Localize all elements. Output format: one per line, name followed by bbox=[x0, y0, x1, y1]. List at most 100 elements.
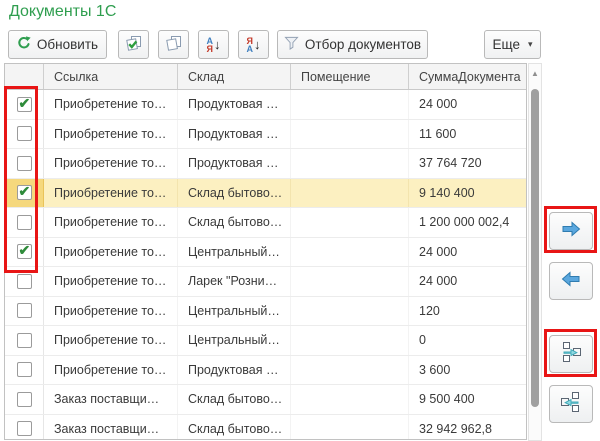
row-checkbox[interactable] bbox=[16, 362, 32, 378]
row-checkbox[interactable] bbox=[16, 273, 32, 289]
cell-amount[interactable]: 24 000 bbox=[409, 90, 526, 119]
row-checkbox[interactable] bbox=[16, 242, 32, 260]
check-all-button[interactable] bbox=[118, 30, 149, 59]
header-room[interactable]: Помещение bbox=[291, 64, 409, 89]
row-checkbox[interactable] bbox=[16, 214, 32, 230]
row-checkbox[interactable] bbox=[16, 155, 32, 171]
table-scrollbar[interactable]: ▲ bbox=[528, 63, 542, 441]
table-row[interactable]: Приобретение то… Продуктовая … 24 000 bbox=[5, 90, 526, 120]
more-button[interactable]: Еще ▾ bbox=[484, 30, 541, 59]
cell-warehouse[interactable]: Склад бытово… bbox=[178, 208, 291, 237]
cell-room[interactable] bbox=[291, 119, 409, 148]
move-all-left-button[interactable] bbox=[549, 385, 593, 423]
cell-amount[interactable]: 11 600 bbox=[409, 120, 526, 149]
header-checkbox-column[interactable] bbox=[5, 64, 44, 89]
cell-amount[interactable]: 37 764 720 bbox=[409, 149, 526, 178]
cell-link[interactable]: Приобретение то… bbox=[44, 208, 178, 237]
cell-room[interactable] bbox=[291, 90, 409, 119]
cell-link[interactable]: Приобретение то… bbox=[44, 326, 178, 355]
checkbox-cell[interactable] bbox=[5, 119, 44, 148]
cell-amount[interactable]: 9 500 400 bbox=[409, 385, 526, 414]
table-row[interactable]: Заказ поставщи… Склад бытово… 9 500 400 bbox=[5, 385, 526, 415]
cell-link[interactable]: Приобретение то… bbox=[44, 237, 178, 266]
cell-room[interactable] bbox=[291, 237, 409, 266]
table-row[interactable]: Приобретение то… Ларек "Розни… 24 000 bbox=[5, 267, 526, 297]
uncheck-all-button[interactable] bbox=[158, 30, 189, 59]
cell-room[interactable] bbox=[291, 414, 409, 439]
table-row[interactable]: Приобретение то… Центральный… 120 bbox=[5, 296, 526, 326]
checkbox-cell[interactable] bbox=[5, 178, 44, 207]
table-row[interactable]: Приобретение то… Склад бытово… 9 140 400 bbox=[5, 178, 526, 208]
cell-warehouse[interactable]: Продуктовая … bbox=[178, 119, 291, 148]
cell-amount[interactable]: 0 bbox=[409, 326, 526, 355]
sort-ascending-button[interactable]: А Я ↓ bbox=[198, 30, 229, 59]
table-row[interactable]: Приобретение то… Продуктовая … 11 600 bbox=[5, 119, 526, 149]
cell-room[interactable] bbox=[291, 149, 409, 178]
cell-warehouse[interactable]: Центральный… bbox=[178, 237, 291, 266]
refresh-button[interactable]: Обновить bbox=[8, 30, 107, 59]
cell-warehouse[interactable]: Центральный… bbox=[178, 296, 291, 325]
header-link[interactable]: Ссылка bbox=[44, 64, 178, 89]
checkbox-cell[interactable] bbox=[5, 149, 44, 178]
checkbox-cell[interactable] bbox=[5, 296, 44, 325]
table-row[interactable]: Приобретение то… Продуктовая … 37 764 72… bbox=[5, 149, 526, 179]
row-checkbox[interactable] bbox=[16, 391, 32, 407]
cell-room[interactable] bbox=[291, 385, 409, 414]
cell-link[interactable]: Приобретение то… bbox=[44, 296, 178, 325]
cell-room[interactable] bbox=[291, 355, 409, 384]
table-row[interactable]: Приобретение то… Склад бытово… 1 200 000… bbox=[5, 208, 526, 238]
cell-warehouse[interactable]: Ларек "Розни… bbox=[178, 267, 291, 296]
table-row[interactable]: Заказ поставщи… Склад бытово… 32 942 962… bbox=[5, 414, 526, 440]
move-all-right-button[interactable] bbox=[549, 335, 593, 373]
row-checkbox[interactable] bbox=[16, 303, 32, 319]
checkbox-cell[interactable] bbox=[5, 414, 44, 439]
checkbox-cell[interactable] bbox=[5, 267, 44, 296]
cell-room[interactable] bbox=[291, 178, 409, 207]
checkbox-cell[interactable] bbox=[5, 326, 44, 355]
checkbox-cell[interactable] bbox=[5, 355, 44, 384]
header-amount[interactable]: СуммаДокумента bbox=[409, 64, 526, 89]
table-row[interactable]: Приобретение то… Продуктовая … 3 600 bbox=[5, 355, 526, 385]
sort-descending-button[interactable]: Я А ↓ bbox=[238, 30, 269, 59]
cell-warehouse[interactable]: Склад бытово… bbox=[178, 414, 291, 439]
cell-room[interactable] bbox=[291, 296, 409, 325]
move-selected-right-button[interactable] bbox=[549, 212, 593, 250]
cell-link[interactable]: Приобретение то… bbox=[44, 119, 178, 148]
cell-amount[interactable]: 120 bbox=[409, 297, 526, 326]
row-checkbox[interactable] bbox=[16, 183, 32, 201]
table-row[interactable]: Приобретение то… Центральный… 24 000 bbox=[5, 237, 526, 267]
cell-room[interactable] bbox=[291, 208, 409, 237]
row-checkbox[interactable] bbox=[16, 126, 32, 142]
cell-amount[interactable]: 1 200 000 002,4 bbox=[409, 208, 526, 237]
cell-warehouse[interactable]: Продуктовая … bbox=[178, 355, 291, 384]
cell-link[interactable]: Приобретение то… bbox=[44, 178, 178, 207]
move-selected-left-button[interactable] bbox=[549, 262, 593, 300]
filter-documents-button[interactable]: Отбор документов bbox=[277, 30, 428, 59]
cell-link[interactable]: Приобретение то… bbox=[44, 355, 178, 384]
cell-warehouse[interactable]: Продуктовая … bbox=[178, 90, 291, 119]
cell-room[interactable] bbox=[291, 326, 409, 355]
cell-link[interactable]: Приобретение то… bbox=[44, 149, 178, 178]
checkbox-cell[interactable] bbox=[5, 208, 44, 237]
cell-warehouse[interactable]: Продуктовая … bbox=[178, 149, 291, 178]
row-checkbox[interactable] bbox=[16, 332, 32, 348]
row-checkbox[interactable] bbox=[16, 95, 32, 112]
checkbox-cell[interactable] bbox=[5, 385, 44, 414]
cell-warehouse[interactable]: Склад бытово… bbox=[178, 178, 291, 207]
cell-amount[interactable]: 32 942 962,8 bbox=[409, 415, 526, 440]
table-row[interactable]: Приобретение то… Центральный… 0 bbox=[5, 326, 526, 356]
cell-link[interactable]: Приобретение то… bbox=[44, 267, 178, 296]
scroll-up-icon[interactable]: ▲ bbox=[531, 69, 539, 78]
cell-warehouse[interactable]: Склад бытово… bbox=[178, 385, 291, 414]
header-warehouse[interactable]: Склад bbox=[178, 64, 291, 89]
checkbox-cell[interactable] bbox=[5, 237, 44, 266]
cell-link[interactable]: Приобретение то… bbox=[44, 90, 178, 119]
cell-warehouse[interactable]: Центральный… bbox=[178, 326, 291, 355]
cell-amount[interactable]: 24 000 bbox=[409, 267, 526, 296]
cell-amount[interactable]: 3 600 bbox=[409, 356, 526, 385]
row-checkbox[interactable] bbox=[16, 421, 32, 437]
cell-link[interactable]: Заказ поставщи… bbox=[44, 414, 178, 439]
cell-link[interactable]: Заказ поставщи… bbox=[44, 385, 178, 414]
cell-room[interactable] bbox=[291, 267, 409, 296]
cell-amount[interactable]: 24 000 bbox=[409, 238, 526, 267]
